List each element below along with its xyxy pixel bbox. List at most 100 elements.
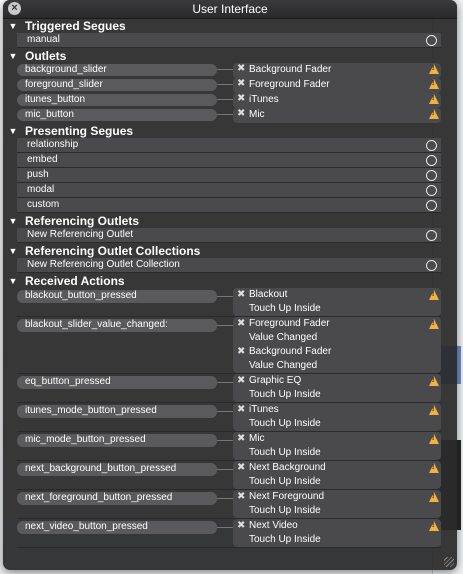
action-name: next_foreground_button_pressed	[25, 492, 173, 503]
action-targets[interactable]: ✖ Next Foreground Touch Up Inside	[233, 490, 441, 518]
section-header-received-actions[interactable]: ▼ Received Actions	[7, 273, 453, 288]
connection-line	[217, 469, 233, 470]
section-header-presenting-segues[interactable]: ▼ Presenting Segues	[7, 123, 453, 138]
warning-icon	[429, 79, 439, 89]
received-action-row: next_video_button_pressed ✖ Next Video Touc…	[7, 519, 453, 548]
remove-connection-icon[interactable]: ✖	[237, 491, 245, 502]
remove-connection-icon[interactable]: ✖	[237, 404, 245, 415]
action-targets[interactable]: ✖ Next Video Touch Up Inside	[233, 519, 441, 547]
remove-connection-icon[interactable]: ✖	[237, 520, 245, 531]
connection-line	[217, 498, 233, 499]
action-target-event: Value Changed	[233, 331, 441, 345]
connection-circle-icon[interactable]	[426, 35, 437, 46]
action-pill[interactable]: eq_button_pressed	[17, 376, 217, 389]
action-targets[interactable]: ✖ Foreground Fader Value Changed ✖ Backgroun…	[233, 317, 441, 373]
resize-handle-icon[interactable]	[444, 557, 454, 567]
action-target-object[interactable]: ✖ iTunes	[233, 403, 441, 417]
outlet-target[interactable]: ✖ iTunes	[233, 93, 441, 108]
remove-connection-icon[interactable]: ✖	[237, 375, 245, 386]
action-name: next_video_button_pressed	[25, 521, 148, 532]
action-pill[interactable]: next_foreground_button_pressed	[17, 492, 217, 505]
outlet-pill[interactable]: foreground_slider	[17, 79, 217, 91]
outlet-name: foreground_slider	[25, 79, 103, 90]
section-title: Presenting Segues	[25, 123, 134, 138]
action-target-event: Touch Up Inside	[233, 302, 441, 316]
connection-circle-icon[interactable]	[426, 185, 437, 196]
outlet-target-name: Mic	[249, 109, 265, 120]
section-header-triggered-segues[interactable]: ▼ Triggered Segues	[7, 18, 453, 33]
remove-connection-icon[interactable]: ✖	[237, 433, 245, 444]
action-targets[interactable]: ✖ Next Background Touch Up Inside	[233, 461, 441, 489]
action-target-name: Mic	[249, 433, 265, 444]
title-bar[interactable]: × User Interface	[3, 0, 457, 19]
action-target-object[interactable]: ✖ Background Fader	[233, 345, 441, 359]
connection-row: relationship	[7, 138, 453, 153]
remove-connection-icon[interactable]: ✖	[237, 318, 245, 329]
connection-circle-icon[interactable]	[426, 155, 437, 166]
row-separator	[17, 547, 441, 548]
warning-icon	[429, 319, 439, 329]
action-target-name: iTunes	[249, 404, 279, 415]
action-target-object[interactable]: ✖ Graphic EQ	[233, 374, 441, 388]
outlet-name: mic_button	[25, 109, 74, 120]
connection-circle-icon[interactable]	[426, 230, 437, 241]
action-pill[interactable]: blackout_slider_value_changed:	[17, 319, 217, 332]
action-target-object[interactable]: ✖ Foreground Fader	[233, 317, 441, 331]
disclosure-triangle-icon[interactable]: ▼	[7, 126, 19, 136]
action-target-object[interactable]: ✖ Mic	[233, 432, 441, 446]
connection-name: modal	[27, 184, 55, 195]
action-pill[interactable]: mic_mode_button_pressed	[17, 434, 217, 447]
action-targets[interactable]: ✖ iTunes Touch Up Inside	[233, 403, 441, 431]
action-target-object[interactable]: ✖ Blackout	[233, 288, 441, 302]
row-background	[17, 198, 441, 213]
disclosure-triangle-icon[interactable]: ▼	[7, 51, 19, 61]
outlet-target-name: iTunes	[249, 94, 279, 105]
remove-connection-icon[interactable]: ✖	[237, 108, 245, 119]
connection-circle-icon[interactable]	[426, 200, 437, 211]
connection-circle-icon[interactable]	[426, 260, 437, 271]
connection-line	[217, 411, 233, 412]
connection-circle-icon[interactable]	[426, 170, 437, 181]
section-header-referencing-outlet-collections[interactable]: ▼ Referencing Outlet Collections	[7, 243, 453, 258]
connection-line	[217, 84, 233, 85]
action-event-name: Value Changed	[249, 360, 318, 371]
action-event-name: Touch Up Inside	[249, 303, 321, 314]
warning-icon	[429, 94, 439, 104]
remove-connection-icon[interactable]: ✖	[237, 78, 245, 89]
action-name: itunes_mode_button_pressed	[25, 405, 157, 416]
connection-name: relationship	[27, 139, 79, 150]
row-background	[17, 168, 441, 183]
disclosure-triangle-icon[interactable]: ▼	[7, 246, 19, 256]
warning-icon	[429, 521, 439, 531]
action-event-name: Touch Up Inside	[249, 476, 321, 487]
action-pill[interactable]: blackout_button_pressed	[17, 290, 217, 303]
action-event-name: Touch Up Inside	[249, 534, 321, 545]
action-targets[interactable]: ✖ Blackout Touch Up Inside	[233, 288, 441, 316]
action-pill[interactable]: next_background_button_pressed	[17, 463, 217, 476]
connection-circle-icon[interactable]	[426, 140, 437, 151]
outlet-pill[interactable]: mic_button	[17, 109, 217, 121]
remove-connection-icon[interactable]: ✖	[237, 289, 245, 300]
action-target-object[interactable]: ✖ Next Video	[233, 519, 441, 533]
action-pill[interactable]: next_video_button_pressed	[17, 521, 217, 534]
remove-connection-icon[interactable]: ✖	[237, 93, 245, 104]
section-header-outlets[interactable]: ▼ Outlets	[7, 48, 453, 63]
disclosure-triangle-icon[interactable]: ▼	[7, 276, 19, 286]
action-targets[interactable]: ✖ Graphic EQ Touch Up Inside	[233, 374, 441, 402]
outlet-pill[interactable]: itunes_button	[17, 94, 217, 106]
remove-connection-icon[interactable]: ✖	[237, 346, 245, 357]
action-target-object[interactable]: ✖ Next Background	[233, 461, 441, 475]
disclosure-triangle-icon[interactable]: ▼	[7, 21, 19, 31]
action-pill[interactable]: itunes_mode_button_pressed	[17, 405, 217, 418]
disclosure-triangle-icon[interactable]: ▼	[7, 216, 19, 226]
section-header-referencing-outlets[interactable]: ▼ Referencing Outlets	[7, 213, 453, 228]
action-target-object[interactable]: ✖ Next Foreground	[233, 490, 441, 504]
outlet-target[interactable]: ✖ Foreground Fader	[233, 78, 441, 93]
action-event-name: Touch Up Inside	[249, 418, 321, 429]
outlet-pill[interactable]: background_slider	[17, 64, 217, 76]
outlet-target[interactable]: ✖ Background Fader	[233, 63, 441, 78]
remove-connection-icon[interactable]: ✖	[237, 462, 245, 473]
remove-connection-icon[interactable]: ✖	[237, 63, 245, 74]
outlet-target[interactable]: ✖ Mic	[233, 108, 441, 123]
action-targets[interactable]: ✖ Mic Touch Up Inside	[233, 432, 441, 460]
